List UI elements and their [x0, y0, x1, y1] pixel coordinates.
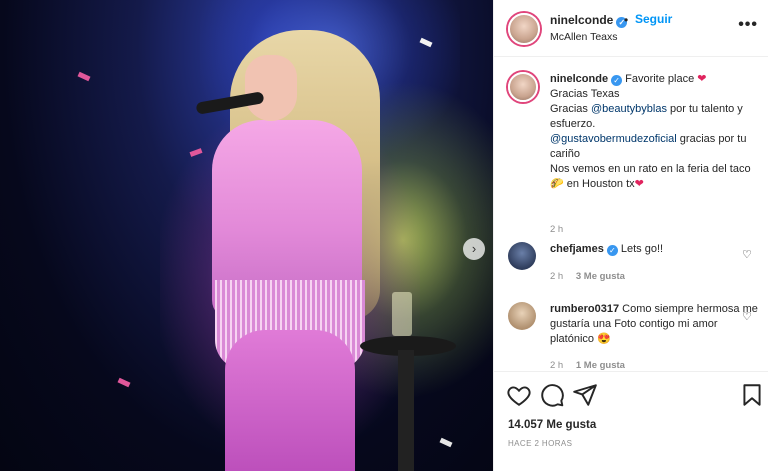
- singer-face: [245, 55, 297, 121]
- comments-list: ninelconde ✓ Favorite place ❤ Gracias Tex…: [494, 58, 768, 370]
- caption-line: Favorite place: [625, 73, 695, 85]
- caption-line: en Houston tx: [566, 178, 635, 190]
- verified-check-icon: ✓: [606, 245, 618, 256]
- post-header: ninelconde ✓ • Seguir McAllen Teaxs •••: [494, 0, 768, 57]
- caption-line: Gracias: [550, 103, 588, 115]
- comment-username[interactable]: rumbero0317: [550, 303, 619, 315]
- taco-emoji-icon: 🌮: [550, 178, 564, 190]
- post-side-panel: ninelconde ✓ • Seguir McAllen Teaxs ••• n…: [493, 0, 768, 471]
- caption-line: Gracias Texas: [550, 88, 620, 100]
- location-link[interactable]: McAllen Teaxs: [550, 31, 618, 43]
- heart-emoji-icon: ❤: [697, 73, 707, 85]
- caption-text: ninelconde ✓ Favorite place ❤ Gracias Tex…: [550, 72, 760, 192]
- follow-button[interactable]: Seguir: [635, 12, 672, 26]
- avatar[interactable]: [508, 72, 538, 102]
- comment-meta: 2 h 1 Me gusta: [550, 360, 625, 370]
- avatar[interactable]: [508, 242, 536, 270]
- heart-icon[interactable]: ♡: [742, 248, 754, 261]
- author-username[interactable]: ninelconde ✓: [550, 13, 628, 28]
- heart-icon[interactable]: [506, 382, 532, 408]
- comment-likes[interactable]: 3 Me gusta: [576, 271, 625, 282]
- singer-legs: [225, 330, 355, 471]
- post-photo[interactable]: ›: [0, 0, 493, 471]
- likes-count[interactable]: 14.057 Me gusta: [508, 419, 596, 431]
- heart-eyes-emoji-icon: 😍: [597, 333, 611, 345]
- caption-time-text[interactable]: 2 h: [550, 224, 563, 235]
- confetti: [77, 71, 91, 82]
- comment-meta: 2 h 3 Me gusta: [550, 271, 625, 282]
- verified-check-icon: ✓: [611, 75, 623, 86]
- mention-link[interactable]: @gustavobermudezoficial: [550, 133, 677, 145]
- comment-icon[interactable]: [539, 382, 565, 408]
- caption-line: Nos vemos en un rato en la feria del tac…: [550, 163, 751, 175]
- bookmark-icon[interactable]: [739, 382, 765, 408]
- post-timestamp[interactable]: HACE 2 HORAS: [508, 439, 572, 448]
- heart-icon[interactable]: ♡: [742, 310, 754, 323]
- avatar[interactable]: [508, 13, 540, 45]
- author-username-text[interactable]: ninelconde: [550, 13, 613, 27]
- comment-text: rumbero0317 Como siempre hermosa me gust…: [550, 302, 760, 347]
- comment-likes[interactable]: 1 Me gusta: [576, 360, 625, 370]
- bar-table-leg: [398, 350, 414, 471]
- confetti: [117, 377, 131, 388]
- caption-time[interactable]: 2 h: [550, 224, 563, 235]
- separator-dot: •: [624, 13, 629, 27]
- confetti: [439, 437, 453, 448]
- avatar[interactable]: [508, 302, 536, 330]
- more-options-icon[interactable]: •••: [738, 16, 758, 34]
- action-bar: 14.057 Me gusta HACE 2 HORAS: [494, 371, 768, 471]
- caption-username[interactable]: ninelconde: [550, 73, 608, 85]
- comment-time[interactable]: 2 h: [550, 360, 563, 370]
- comment-body: Lets go!!: [620, 243, 664, 255]
- comment-text: chefjames ✓ Lets go!!: [550, 242, 760, 257]
- paper-plane-icon[interactable]: [572, 382, 598, 408]
- comment-time[interactable]: 2 h: [550, 271, 563, 282]
- mention-link[interactable]: @beautybyblas: [591, 103, 667, 115]
- heart-emoji-icon: ❤: [634, 178, 644, 190]
- next-slide-button[interactable]: ›: [463, 238, 485, 260]
- wine-glass: [392, 292, 412, 336]
- comment-username[interactable]: chefjames: [550, 243, 604, 255]
